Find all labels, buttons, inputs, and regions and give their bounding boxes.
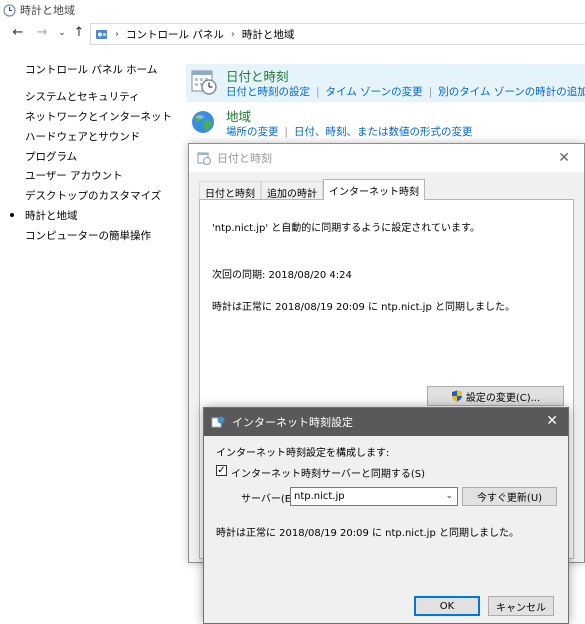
sync-checkbox-label[interactable]: インターネット時刻サーバーと同期する(S) xyxy=(231,465,425,480)
sidebar-item-system-security[interactable]: システムとセキュリティ xyxy=(25,89,140,104)
link-change-location[interactable]: 場所の変更 xyxy=(226,126,279,138)
sidebar-item-personalization[interactable]: デスクトップのカスタマイズ xyxy=(25,188,161,203)
calendar-clock-icon xyxy=(197,152,211,165)
sync-status-text: 時計は正常に 2018/08/19 20:09 に ntp.nict.jp と同… xyxy=(216,528,519,539)
recent-locations-chevron-icon[interactable]: ⌄ xyxy=(54,25,70,41)
tab-date-time[interactable]: 日付と時刻 xyxy=(199,181,261,200)
server-combobox[interactable]: ntp.nict.jp ⌄ xyxy=(290,487,458,506)
close-icon[interactable]: ✕ xyxy=(558,150,570,166)
next-sync-text: 次回の同期: 2018/08/20 4:24 xyxy=(212,270,352,281)
category-date-time: 日付と時刻 日付と時刻の設定 | タイム ゾーンの変更 | 別のタイム ゾーンの時計の追… xyxy=(186,64,585,102)
active-bullet-icon xyxy=(10,213,14,217)
sidebar-item-label: 時計と地域 xyxy=(25,210,78,222)
last-sync-text: 時計は正常に 2018/08/19 20:09 に ntp.nict.jp と同… xyxy=(212,302,515,313)
address-bar: ← → ⌄ ↑ › コントロール パネル › 時計と地域 xyxy=(0,22,585,46)
breadcrumb-control-panel[interactable]: コントロール パネル xyxy=(126,27,224,42)
window-title: 時計と地域 xyxy=(20,4,75,17)
sync-config-text: 'ntp.nict.jp' と自動的に同期するように設定されています。 xyxy=(212,223,481,234)
internet-time-dialog-title: インターネット時刻設定 xyxy=(232,416,353,429)
sidebar-item-clock-region[interactable]: 時計と地域 xyxy=(10,208,78,223)
tab-strip: 日付と時刻 追加の時計 インターネット時刻 xyxy=(199,179,425,200)
sidebar-item-user-accounts[interactable]: ユーザー アカウント xyxy=(25,168,123,183)
sidebar-item-network[interactable]: ネットワークとインターネット xyxy=(25,109,172,124)
category-region: 地域 場所の変更 | 日付、時刻、または数値の形式の変更 xyxy=(186,104,585,142)
link-add-clocks[interactable]: 別のタイム ゾーンの時計の追加 xyxy=(438,86,585,98)
date-time-dialog-title: 日付と時刻 xyxy=(217,152,272,165)
globe-icon xyxy=(192,111,214,133)
link-divider: | xyxy=(428,86,433,98)
category-title-region[interactable]: 地域 xyxy=(226,106,251,125)
change-settings-label: 設定の変更(C)... xyxy=(465,392,541,404)
link-set-date-time[interactable]: 日付と時刻の設定 xyxy=(226,86,310,98)
breadcrumb-separator-icon: › xyxy=(115,28,119,40)
control-panel-icon xyxy=(96,29,107,39)
link-change-time-zone[interactable]: タイム ゾーンの変更 xyxy=(326,86,423,98)
link-divider: | xyxy=(284,126,289,138)
ok-button[interactable]: OK xyxy=(414,596,480,616)
breadcrumb-separator-icon: › xyxy=(230,28,235,40)
update-now-button[interactable]: 今すぐ更新(U) xyxy=(462,487,557,506)
sidebar-item-programs[interactable]: プログラム xyxy=(25,149,77,164)
chevron-down-icon[interactable]: ⌄ xyxy=(445,488,453,505)
internet-time-icon xyxy=(211,416,225,428)
date-time-dialog-titlebar: 日付と時刻 ✕ xyxy=(189,144,584,172)
tab-internet-time[interactable]: インターネット時刻 xyxy=(323,179,425,200)
up-arrow-icon[interactable]: ↑ xyxy=(71,25,87,41)
clock-region-icon xyxy=(3,3,16,17)
category-links: 日付と時刻の設定 | タイム ゾーンの変更 | 別のタイム ゾーンの時計の追加 xyxy=(226,84,585,99)
breadcrumb-clock-region[interactable]: 時計と地域 xyxy=(242,27,295,42)
tab-additional-clocks[interactable]: 追加の時計 xyxy=(261,181,323,200)
sidebar-item-ease-of-access[interactable]: コンピューターの簡単操作 xyxy=(25,228,151,243)
link-change-formats[interactable]: 日付、時刻、または数値の形式の変更 xyxy=(294,126,473,138)
category-links: 場所の変更 | 日付、時刻、または数値の形式の変更 xyxy=(226,124,473,139)
sidebar-item-hardware-sound[interactable]: ハードウェアとサウンド xyxy=(25,129,140,144)
category-title-date-time[interactable]: 日付と時刻 xyxy=(226,66,289,85)
forward-arrow-icon[interactable]: → xyxy=(34,25,50,41)
link-divider: | xyxy=(316,86,320,98)
window-titlebar: 時計と地域 xyxy=(0,0,585,20)
internet-time-dialog-titlebar: インターネット時刻設定 ✕ xyxy=(204,408,568,436)
configure-label: インターネット時刻設定を構成します: xyxy=(216,448,390,459)
internet-time-settings-dialog: インターネット時刻設定 ✕ インターネット時刻設定を構成します: ✓ インターネ… xyxy=(203,407,569,624)
change-settings-button[interactable]: 設定の変更(C)... xyxy=(427,386,564,406)
back-arrow-icon[interactable]: ← xyxy=(10,25,26,41)
sidebar-home-link[interactable]: コントロール パネル ホーム xyxy=(25,62,157,77)
calendar-clock-icon xyxy=(191,70,217,95)
uac-shield-icon xyxy=(451,390,462,402)
cancel-button[interactable]: キャンセル xyxy=(488,596,554,616)
address-box[interactable]: › コントロール パネル › 時計と地域 xyxy=(90,23,585,45)
close-icon[interactable]: ✕ xyxy=(546,413,558,429)
server-value: ntp.nict.jp xyxy=(294,491,345,502)
sync-checkbox[interactable]: ✓ xyxy=(216,465,227,476)
